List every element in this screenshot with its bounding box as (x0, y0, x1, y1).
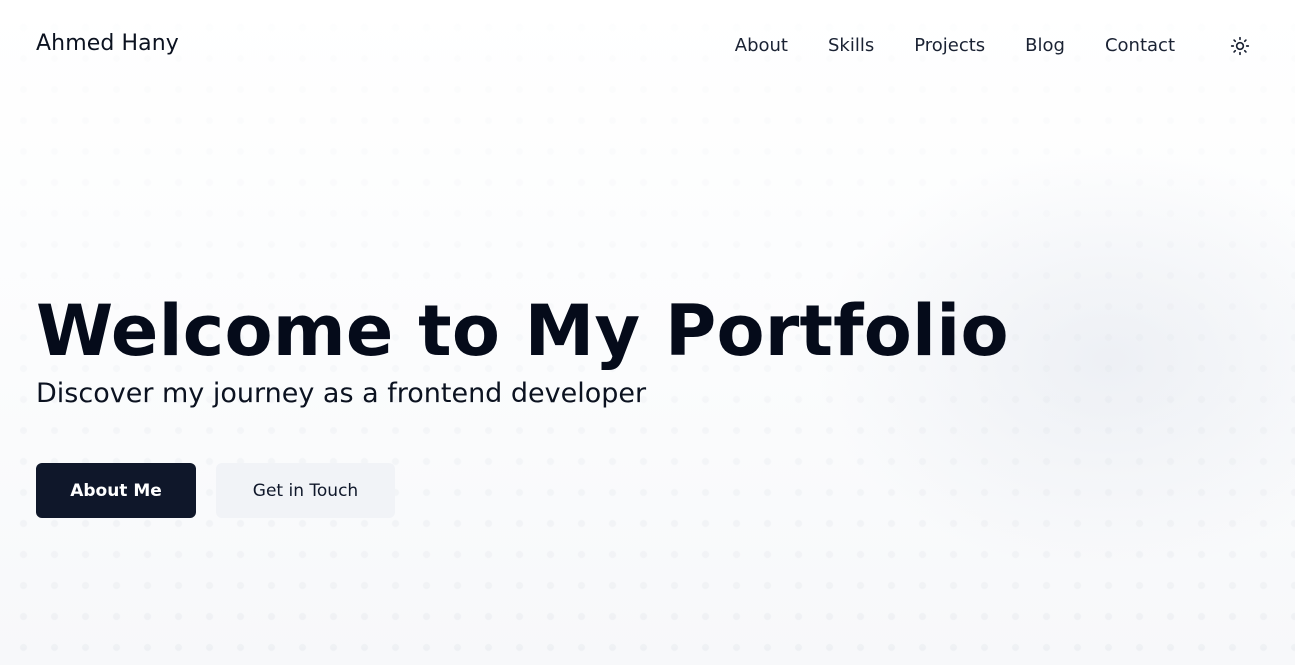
site-header: Ahmed Hany About Skills Projects Blog Co… (0, 0, 1295, 92)
brand-logo[interactable]: Ahmed Hany (36, 31, 179, 56)
nav-link-skills[interactable]: Skills (828, 35, 874, 56)
main-nav: About Skills Projects Blog Contact (735, 35, 1175, 56)
hero-section: Welcome to My Portfolio Discover my jour… (36, 292, 1009, 409)
sun-icon (1230, 36, 1250, 56)
hero-subtitle: Discover my journey as a frontend develo… (36, 378, 647, 409)
nav-link-projects[interactable]: Projects (914, 35, 985, 56)
nav-link-contact[interactable]: Contact (1105, 35, 1175, 56)
theme-toggle-button[interactable] (1226, 32, 1254, 60)
about-me-button[interactable]: About Me (36, 463, 196, 518)
hero-actions: About Me Get in Touch (36, 463, 395, 518)
hero-title: Welcome to My Portfolio (36, 290, 1009, 372)
nav-link-about[interactable]: About (735, 35, 788, 56)
nav-link-blog[interactable]: Blog (1025, 35, 1065, 56)
get-in-touch-button[interactable]: Get in Touch (216, 463, 395, 518)
